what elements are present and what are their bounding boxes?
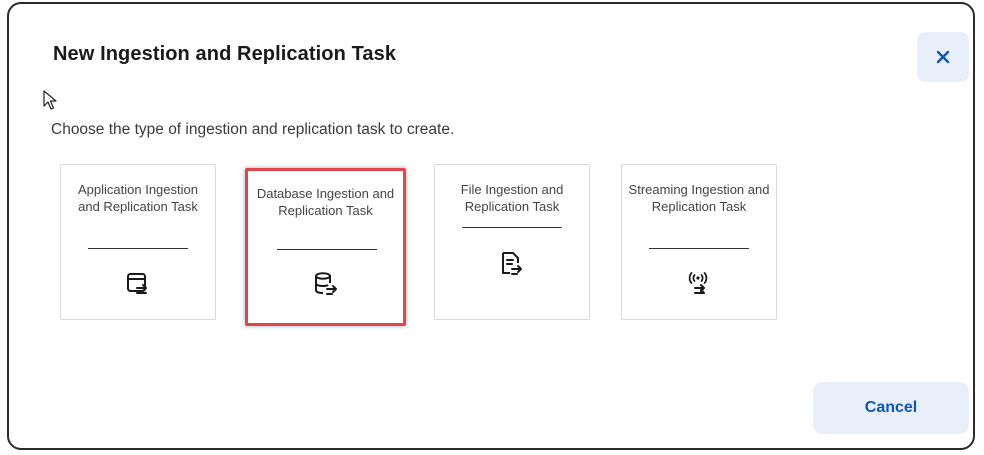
- task-type-card-database[interactable]: Database Ingestion and Replication Task: [245, 168, 406, 326]
- card-label: Application Ingestion and Replication Ta…: [78, 182, 198, 214]
- card-divider: [277, 249, 377, 250]
- task-type-card-file[interactable]: File Ingestion and Replication Task: [434, 164, 590, 320]
- close-button[interactable]: [917, 32, 969, 82]
- file-ingestion-icon: [502, 252, 522, 275]
- card-divider: [88, 248, 188, 249]
- card-label: Streaming Ingestion and Replication Task: [628, 182, 770, 214]
- dialog-subtitle: Choose the type of ingestion and replica…: [51, 121, 455, 138]
- task-type-card-streaming[interactable]: Streaming Ingestion and Replication Task: [621, 164, 777, 320]
- close-icon: [936, 50, 950, 64]
- card-label: File Ingestion and Replication Task: [460, 182, 564, 214]
- cancel-button[interactable]: Cancel: [813, 382, 969, 434]
- database-ingestion-icon: [314, 272, 337, 295]
- card-divider: [649, 248, 749, 249]
- new-task-dialog: New Ingestion and Replication Task Choos…: [7, 2, 975, 450]
- dialog-title: New Ingestion and Replication Task: [53, 43, 397, 65]
- mouse-cursor-icon: [43, 90, 57, 110]
- streaming-ingestion-icon: [688, 272, 708, 294]
- task-type-card-application[interactable]: Application Ingestion and Replication Ta…: [60, 164, 216, 320]
- application-ingestion-icon: [127, 273, 147, 294]
- card-divider: [462, 227, 562, 228]
- card-label: Database Ingestion and Replication Task: [256, 186, 395, 218]
